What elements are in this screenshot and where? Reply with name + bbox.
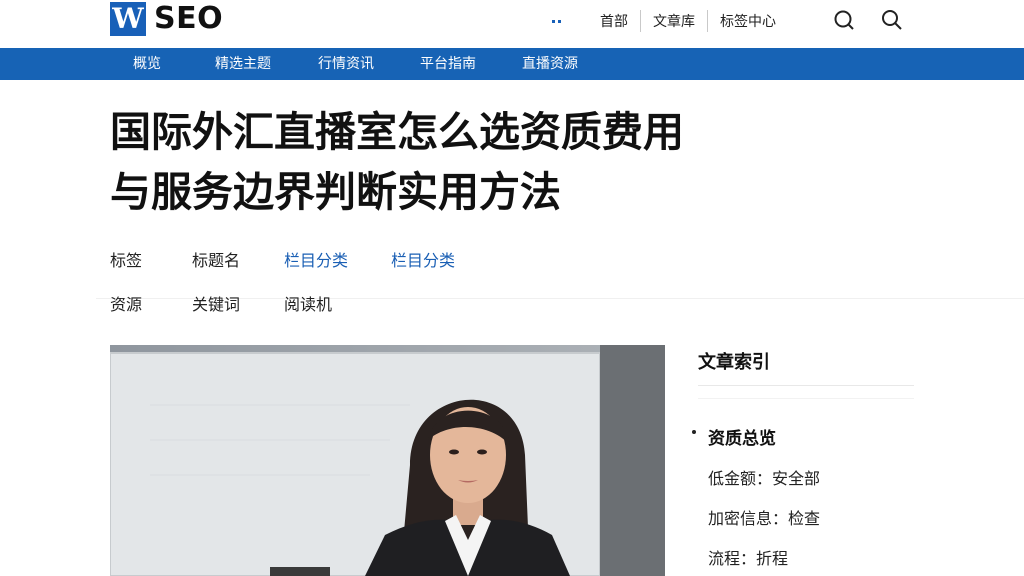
search-icon[interactable] xyxy=(833,9,855,31)
meta-title-name: 标题名 xyxy=(192,251,241,270)
site-header: W SEO 首部 文章库 标签中心 xyxy=(0,0,1024,48)
sidebar-item[interactable]: 低金额：安全部 xyxy=(708,465,820,489)
nav-item-topics[interactable]: 精选主题 xyxy=(215,48,271,80)
divider xyxy=(698,398,914,399)
search-icon[interactable] xyxy=(881,9,903,31)
top-link-tags[interactable]: 标签中心 xyxy=(708,11,788,31)
top-link-articles[interactable]: 文章库 xyxy=(641,11,707,31)
logo-mark: W xyxy=(110,2,146,36)
sidebar-title: 文章索引 xyxy=(698,352,770,373)
sidebar-item[interactable]: 流程：折程 xyxy=(708,545,788,569)
top-links: 首部 文章库 标签中心 xyxy=(552,10,788,32)
site-logo[interactable]: W SEO xyxy=(110,2,223,36)
divider xyxy=(698,385,914,386)
meta-keywords: 关键词 xyxy=(192,295,241,314)
article-title: 国际外汇直播室怎么选资质费用 与服务边界判断实用方法 xyxy=(110,102,890,222)
article-title-line2: 与服务边界判断实用方法 xyxy=(110,168,561,216)
sidebar-heading[interactable]: 资质总览 xyxy=(708,424,776,449)
nav-item-market[interactable]: 行情资讯 xyxy=(318,48,374,80)
meta-category-link[interactable]: 栏目分类 xyxy=(284,247,348,271)
article-hero-image xyxy=(110,345,665,576)
sidebar-item[interactable]: 加密信息：检查 xyxy=(708,505,820,529)
meta-source: 资源 xyxy=(110,295,143,314)
article-title-line1: 国际外汇直播室怎么选资质费用 xyxy=(110,108,684,156)
nav-item-guides[interactable]: 平台指南 xyxy=(420,48,476,80)
main-nav: 概览 精选主题 行情资讯 平台指南 直播资源 xyxy=(0,48,1024,80)
nav-item-live[interactable]: 直播资源 xyxy=(522,48,578,80)
hamburger-dots-icon[interactable] xyxy=(552,17,566,25)
nav-item-overview[interactable]: 概览 xyxy=(133,48,161,80)
meta-reader: 阅读机 xyxy=(284,295,333,314)
top-link-home[interactable]: 首部 xyxy=(588,11,640,31)
bullet-icon xyxy=(692,430,696,434)
meta-category-link[interactable]: 栏目分类 xyxy=(391,247,455,271)
logo-text: SEO xyxy=(154,1,224,36)
meta-tag: 标签 xyxy=(110,251,143,270)
